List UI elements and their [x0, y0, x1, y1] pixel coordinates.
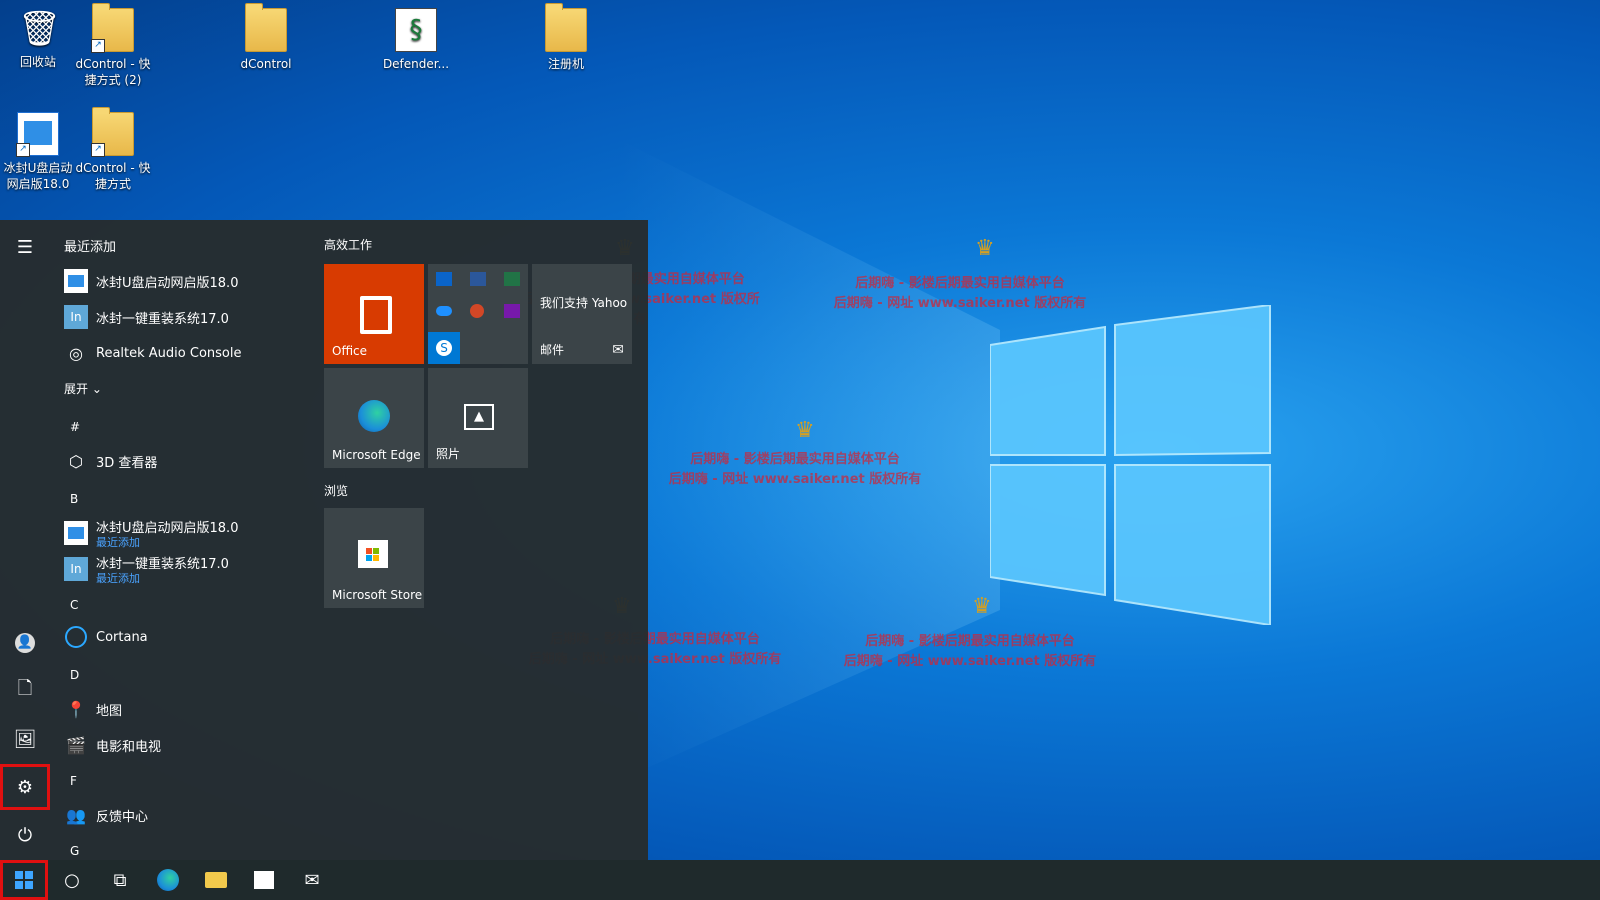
windows-wallpaper-logo [990, 305, 1271, 625]
excel-icon [504, 272, 520, 286]
feedback-hub-icon: 👥 [66, 805, 86, 825]
office-apps-folder-tile[interactable]: S [428, 264, 528, 364]
tile-group-header[interactable]: 高效工作 [324, 236, 372, 253]
list-item[interactable]: 🎬 电影和电视 [64, 728, 161, 762]
list-item[interactable]: In 冰封一键重装系统17.0 [64, 300, 229, 334]
list-item[interactable]: 冰封U盘启动网启版18.0 [64, 264, 238, 298]
power-icon[interactable]: ⏻ [0, 812, 50, 858]
start-button-windows-icon[interactable] [0, 860, 48, 900]
hamburger-menu-icon[interactable]: ☰ [0, 224, 50, 270]
app-list: 最近添加 冰封U盘启动网启版18.0 In 冰封一键重装系统17.0 ◎ Rea… [50, 220, 310, 860]
list-item[interactable]: ⬡ 3D 查看器 [64, 444, 157, 478]
edge-taskbar-icon[interactable] [144, 860, 192, 900]
list-item[interactable]: 冰封U盘启动网启版18.0 最近添加 [64, 516, 238, 550]
maps-icon: 📍 [66, 699, 86, 719]
movies-tv-icon: 🎬 [66, 735, 86, 755]
mail-icon: ✉ [612, 342, 624, 358]
word-icon [470, 272, 486, 286]
cube-icon: ⬡ [69, 451, 83, 471]
documents-icon[interactable]: 🗋 [0, 668, 50, 714]
start-menu: ☰ 👤 🗋 🖼 ⚙ ⏻ 最近添加 冰封U盘启动网启版18.0 In 冰封一键重装… [0, 220, 648, 860]
list-item[interactable]: 📍 地图 [64, 692, 122, 726]
folder-icon [245, 3, 287, 52]
desktop-icon-recycle-bin[interactable]: 🗑 回收站 [0, 8, 76, 70]
app-window-icon: ↗ [16, 112, 59, 157]
list-item[interactable]: In 冰封一键重装系统17.0 最近添加 [64, 552, 229, 586]
crown-icon: ♛ [795, 418, 815, 443]
file-explorer-icon[interactable] [192, 860, 240, 900]
section-letter[interactable]: B [70, 492, 78, 506]
tile-area: 高效工作 Office S 我们支持 Yahoo 邮件 ✉ Microsoft … [318, 220, 648, 860]
folder-icon [545, 3, 587, 52]
edge-tile[interactable]: Microsoft Edge [324, 368, 424, 468]
expand-button[interactable]: 展开 ⌄ [64, 380, 102, 397]
audio-console-icon: ◎ [69, 343, 83, 363]
onenote-icon [504, 304, 520, 318]
photos-icon: ▲ [464, 404, 494, 430]
watermark: 后期嗨 - 影楼后期最实用自媒体平台后期嗨 - 网址 www.saiker.ne… [668, 452, 922, 487]
folder-icon: ↗ [91, 107, 134, 157]
crown-icon: ♛ [972, 594, 992, 619]
search-cortana-icon[interactable]: ○ [48, 860, 96, 900]
section-letter[interactable]: F [70, 774, 77, 788]
recycle-bin-icon: 🗑 [18, 9, 62, 49]
list-item[interactable]: 👥 反馈中心 [64, 798, 148, 832]
skype-icon: S [428, 332, 460, 364]
store-icon [358, 540, 388, 568]
section-letter[interactable]: D [70, 668, 79, 682]
app-window-icon [64, 269, 88, 293]
office-icon [360, 296, 392, 334]
list-item[interactable]: ◎ Realtek Audio Console [64, 336, 241, 370]
cortana-icon [64, 625, 88, 649]
installer-icon: In [64, 305, 88, 329]
list-item[interactable]: Cortana [64, 620, 148, 654]
taskbar: ○ ⧉ ✉ [0, 860, 1600, 900]
section-letter[interactable]: # [70, 420, 80, 434]
powerpoint-icon [470, 304, 484, 318]
desktop-icon-keygen[interactable]: 注册机 [528, 3, 604, 72]
user-account-icon[interactable]: 👤 [0, 620, 50, 666]
store-tile[interactable]: Microsoft Store [324, 508, 424, 608]
desktop-icon-bingfeng-usb[interactable]: ↗ 冰封U盘启动 网启版18.0 [0, 112, 76, 192]
tile-group-header[interactable]: 浏览 [324, 482, 348, 499]
desktop-icon-dcontrol-shortcut-2[interactable]: ↗ dControl - 快捷方式 (2) [75, 3, 151, 88]
desktop-icon-dcontrol[interactable]: dControl [228, 3, 304, 72]
desktop-icon-dcontrol-shortcut[interactable]: ↗ dControl - 快捷方式 [75, 107, 151, 192]
installer-icon: In [64, 557, 88, 581]
pictures-icon[interactable]: 🖼 [0, 716, 50, 762]
mail-tile[interactable]: 我们支持 Yahoo 邮件 ✉ [532, 264, 632, 364]
crown-icon: ♛ [975, 236, 995, 261]
section-letter[interactable]: C [70, 598, 78, 612]
folder-icon: ↗ [91, 3, 134, 53]
office-tile[interactable]: Office [324, 264, 424, 364]
outlook-icon [436, 272, 452, 286]
onedrive-icon [436, 306, 452, 316]
desktop-icon-defender[interactable]: § Defender... [378, 8, 454, 72]
settings-gear-icon[interactable]: ⚙ [0, 764, 50, 810]
watermark: 后期嗨 - 影楼后期最实用自媒体平台后期嗨 - 网址 www.saiker.ne… [843, 634, 1097, 669]
mail-taskbar-icon[interactable]: ✉ [288, 860, 336, 900]
watermark: 后期嗨 - 影楼后期最实用自媒体平台后期嗨 - 网址 www.saiker.ne… [833, 276, 1087, 311]
edge-icon [358, 400, 390, 432]
app-window-icon [64, 521, 88, 545]
task-view-icon[interactable]: ⧉ [96, 860, 144, 900]
start-rail: ☰ 👤 🗋 🖼 ⚙ ⏻ [0, 220, 50, 860]
photos-tile[interactable]: ▲ 照片 [428, 368, 528, 468]
recently-added-header: 最近添加 [64, 240, 117, 255]
script-file-icon: § [395, 8, 437, 52]
section-letter[interactable]: G [70, 844, 79, 858]
store-taskbar-icon[interactable] [240, 860, 288, 900]
